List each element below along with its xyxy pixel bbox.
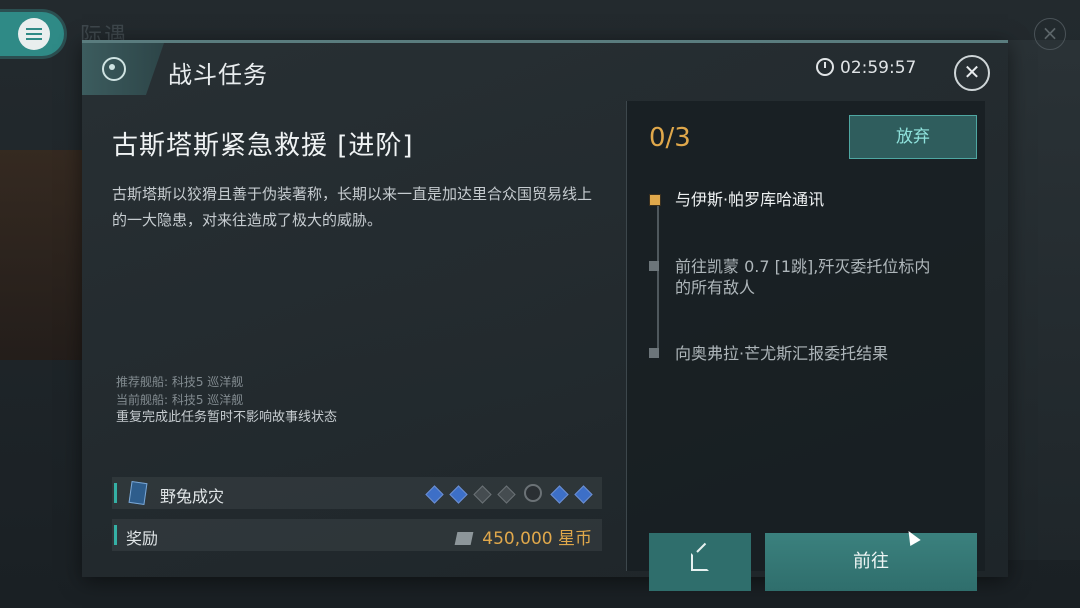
- diamond-icon: [497, 485, 516, 504]
- diamond-icon: [425, 485, 444, 504]
- reward-amount: 450,000: [482, 529, 553, 549]
- task-type-icon: [82, 43, 164, 95]
- diamond-icon: [449, 485, 468, 504]
- step-text: 前往凯蒙 0.7 [1跳],歼灭委托位标内的所有敌人: [675, 257, 931, 297]
- step-text: 向奥弗拉·芒尤斯汇报委托结果: [675, 344, 889, 363]
- background-card: [0, 150, 82, 360]
- share-arrow-icon: [696, 542, 707, 553]
- objective-progress: 0/3: [649, 123, 691, 153]
- card-label: 野兔成灾: [160, 487, 225, 506]
- reward-label: 奖励: [126, 529, 159, 548]
- task-notes: 推荐舰船: 科技5 巡洋舰 当前舰船: 科技5 巡洋舰 重复完成此任务暂时不影响…: [116, 373, 337, 427]
- row-accent: [114, 483, 117, 503]
- task-title: 古斯塔斯紧急救援 [进阶]: [112, 131, 414, 161]
- diamond-icon: [574, 485, 593, 504]
- close-button[interactable]: ✕: [954, 55, 990, 91]
- repeat-note: 重复完成此任务暂时不影响故事线状态: [116, 410, 338, 425]
- combat-task-dialog: 战斗任务 02:59:57 ✕ 古斯塔斯紧急救援 [进阶] 古斯塔斯以狡猾且善于…: [82, 40, 1008, 591]
- recommended-ship: 推荐舰船: 科技5 巡洋舰: [116, 375, 244, 389]
- hamburger-icon: [26, 28, 42, 40]
- objectives-panel: 0/3 放弃 与伊斯·帕罗库哈通讯 前往凯蒙 0.7 [1跳],歼灭委托位标内的…: [626, 101, 985, 591]
- step-text: 与伊斯·帕罗库哈通讯: [675, 190, 825, 209]
- card-icon: [128, 480, 148, 506]
- dialog-title: 战斗任务: [168, 61, 268, 89]
- core-circle-icon: [524, 484, 542, 502]
- go-button[interactable]: 前往: [765, 533, 977, 591]
- task-description: 古斯塔斯以狡猾且善于伪装著称，长期以来一直是加达里合众国贸易线上的一大隐患，对来…: [112, 185, 593, 229]
- background-close-icon[interactable]: ×: [1034, 18, 1066, 50]
- share-icon: [691, 553, 709, 571]
- card-row[interactable]: 野兔成灾: [112, 477, 602, 509]
- diamond-icon: [473, 485, 492, 504]
- steps-connector: [657, 203, 659, 357]
- row-accent: [114, 525, 117, 545]
- diamond-icon: [550, 485, 569, 504]
- step-marker: [649, 261, 659, 271]
- timer-text: 02:59:57: [840, 58, 917, 78]
- share-button[interactable]: [649, 533, 751, 591]
- difficulty-diamonds: [417, 484, 593, 505]
- abandon-button[interactable]: 放弃: [849, 115, 977, 159]
- step-marker: [649, 348, 659, 358]
- main-menu-button[interactable]: [0, 12, 64, 56]
- current-ship: 当前舰船: 科技5 巡洋舰: [116, 393, 244, 407]
- background-panel: [1008, 40, 1080, 560]
- reward-value: 450,000 星币: [454, 524, 592, 549]
- step-marker: [649, 194, 661, 206]
- countdown-timer: 02:59:57: [816, 58, 916, 78]
- reward-row: 奖励 450,000 星币: [112, 519, 602, 551]
- star-coin-icon: [454, 532, 474, 545]
- reward-currency: 星币: [558, 529, 592, 549]
- clock-icon: [816, 58, 834, 76]
